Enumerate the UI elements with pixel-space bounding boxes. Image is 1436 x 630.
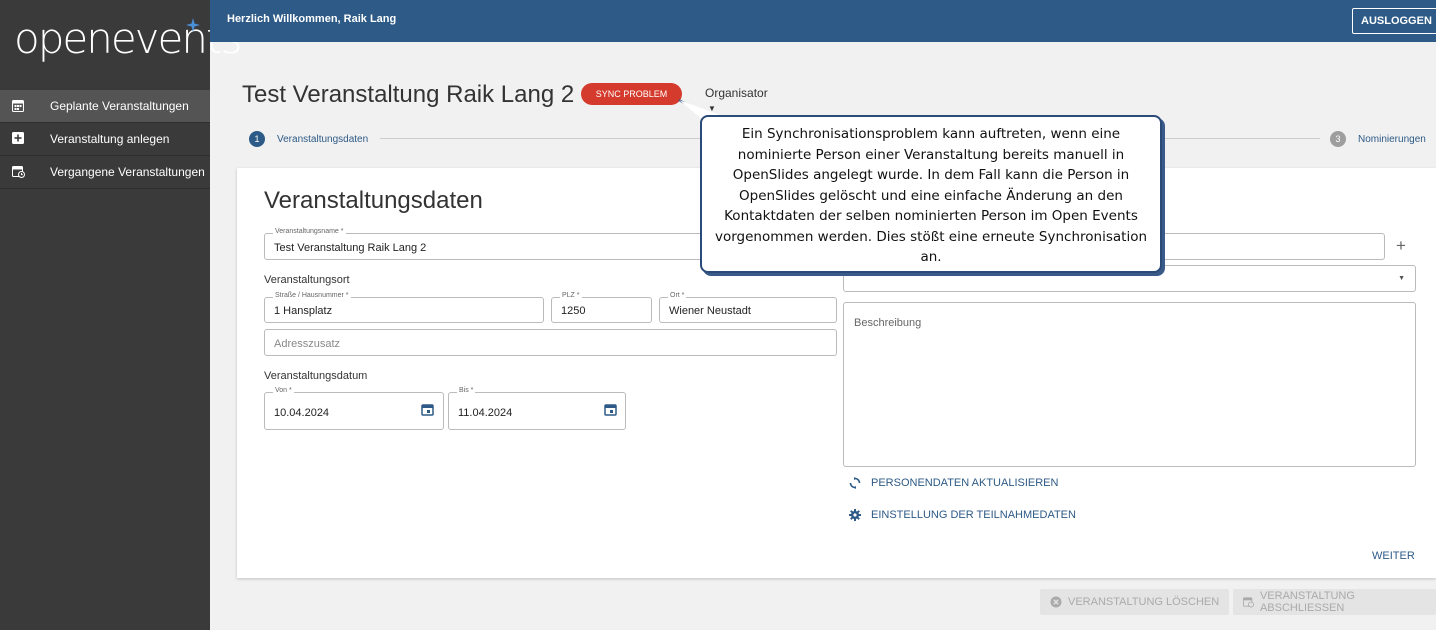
step-number: 1 [249,131,265,147]
close-event-button[interactable]: VERANSTALTUNG ABSCHLIESSEN [1233,589,1436,615]
sidebar: openevents Geplante Veranstaltungen Vera… [0,0,242,630]
page-title: Test Veranstaltung Raik Lang 2 [242,81,575,108]
action-label: EINSTELLUNG DER TEILNAHMEDATEN [871,509,1076,521]
calendar-history-icon [12,165,26,179]
sync-problem-tooltip: Ein Synchronisationsproblem kann auftret… [700,115,1162,273]
action-label: PERSONENDATEN AKTUALISIEREN [871,477,1059,489]
sidebar-item-label: Veranstaltung anlegen [50,132,170,146]
dropdown-arrow-icon: ▼ [1398,275,1405,282]
add-icon[interactable]: + [1396,236,1406,256]
field-placeholder: Adresszusatz [274,338,341,350]
sidebar-item-label: Geplante Veranstaltungen [50,99,189,113]
calendar-history-icon [1243,597,1254,608]
add-box-icon [12,132,26,146]
gear-icon [849,509,861,521]
step-number: 3 [1330,131,1346,147]
logo-area: openevents [0,0,242,90]
app-logo: openevents [14,14,242,63]
field-label: Von * [273,387,294,394]
sync-icon [849,477,861,489]
sidebar-item-create-event[interactable]: Veranstaltung anlegen [0,123,210,156]
field-value: 10.04.2024 [274,407,330,419]
street-field[interactable]: Straße / Hausnummer * 1 Hansplatz [264,292,544,323]
update-person-data-button[interactable]: PERSONENDATEN AKTUALISIEREN [849,477,1058,489]
step-label: Nominierungen [1358,133,1426,145]
field-label: Bis * [457,387,476,394]
date-from-field[interactable]: Von * 10.04.2024 [264,387,444,430]
field-label: Straße / Hausnummer * [273,292,351,299]
field-value: 1250 [561,305,586,317]
city-field[interactable]: Ort * Wiener Neustadt [659,292,837,323]
description-textarea[interactable]: Beschreibung [843,302,1416,467]
field-label: Ort * [668,292,687,299]
field-value: Test Veranstaltung Raik Lang 2 [274,242,427,254]
field-value: 11.04.2024 [458,407,513,419]
button-label: VERANSTALTUNG LÖSCHEN [1068,596,1220,608]
field-label: Veranstaltungsname * [273,228,346,235]
stepper-connector [380,138,700,139]
form-title: Veranstaltungsdaten [264,187,483,214]
sidebar-item-past-events[interactable]: Vergangene Veranstaltungen [0,156,210,189]
sidebar-item-planned-events[interactable]: Geplante Veranstaltungen [0,90,210,123]
logo-sparkle-icon [186,18,200,32]
logout-button[interactable]: AUSLOGGEN [1352,8,1436,34]
top-bar: Herzlich Willkommen, Raik Lang AUSLOGGEN [210,0,1436,42]
field-label: PLZ * [560,292,582,299]
calendar-icon [12,99,26,113]
field-value: Wiener Neustadt [669,305,751,317]
zip-field[interactable]: PLZ * 1250 [551,292,652,323]
step-1[interactable]: 1 Veranstaltungsdaten [249,131,368,147]
participation-settings-button[interactable]: EINSTELLUNG DER TEILNAHMEDATEN [849,509,1076,521]
location-section-label: Veranstaltungsort [264,274,350,286]
event-name-field[interactable]: Veranstaltungsname * Test Veranstaltung … [264,228,704,260]
delete-event-button[interactable]: VERANSTALTUNG LÖSCHEN [1040,589,1230,615]
address-extra-field[interactable]: Adresszusatz [264,329,837,356]
step-3[interactable]: 3 Nominierungen [1330,131,1426,147]
calendar-picker-icon[interactable] [421,403,434,416]
welcome-message: Herzlich Willkommen, Raik Lang [227,13,397,25]
next-button[interactable]: WEITER [1372,550,1415,562]
sidebar-item-label: Vergangene Veranstaltungen [50,165,205,179]
date-section-label: Veranstaltungsdatum [264,370,368,382]
step-label: Veranstaltungsdaten [277,133,369,145]
stepper-connector [1162,138,1320,139]
field-value: 1 Hansplatz [274,305,333,317]
cancel-circle-icon [1050,596,1062,608]
field-placeholder: Beschreibung [854,317,922,329]
calendar-picker-icon[interactable] [604,403,617,416]
date-to-field[interactable]: Bis * 11.04.2024 [448,387,626,430]
tooltip-text: Ein Synchronisationsproblem kann auftret… [714,126,1148,265]
button-label: VERANSTALTUNG ABSCHLIESSEN [1259,590,1355,614]
